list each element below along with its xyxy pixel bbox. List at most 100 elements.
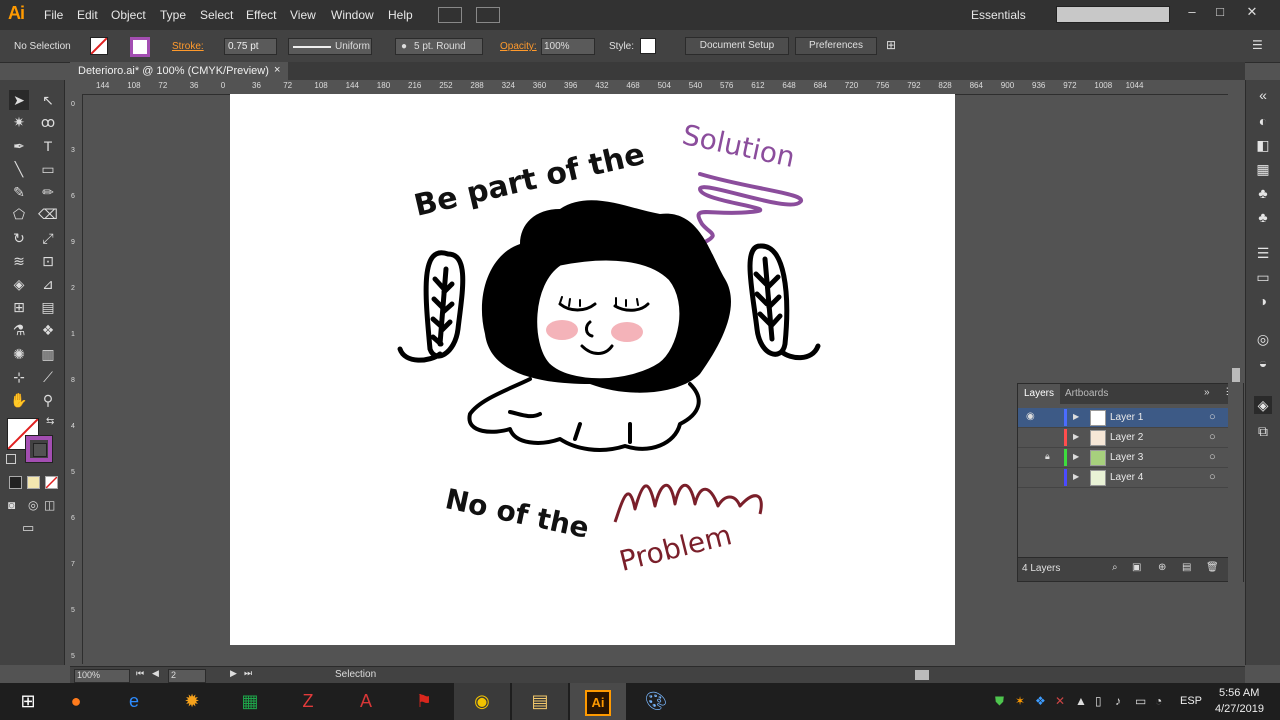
paintbrush-tool-icon[interactable]: ✎ [9, 182, 29, 202]
tray-battery-icon[interactable]: ▯ [1095, 694, 1102, 708]
first-artboard-icon[interactable]: ⏮ [136, 668, 144, 679]
warp-tool-icon[interactable]: ≋ [9, 251, 29, 271]
selection-tool-icon[interactable]: ➤ [9, 90, 29, 110]
lock-icon[interactable]: 🔒︎ [1045, 451, 1050, 462]
draw-normal-icon[interactable]: ◙ [8, 498, 15, 512]
minimize-button[interactable]: – [1180, 4, 1204, 22]
tray-network-icon[interactable]: ▲ [1075, 694, 1087, 708]
appearance-panel-icon[interactable]: ◎ [1254, 330, 1272, 348]
tray-app-icon[interactable]: ✶ [1015, 694, 1025, 708]
perspective-grid-tool-icon[interactable]: ⊿ [38, 274, 58, 294]
free-transform-tool-icon[interactable]: ⊡ [38, 251, 58, 271]
menu-effect[interactable]: Effect [246, 8, 276, 22]
stroke-color-box[interactable] [25, 435, 53, 463]
tray-shield-icon[interactable]: ⛊ [995, 694, 1004, 709]
zoom-tool-icon[interactable]: ⚲ [38, 390, 58, 410]
artboard[interactable]: Be part of the Solution No of the Proble… [230, 94, 955, 645]
vertical-scrollbar[interactable] [1228, 80, 1243, 665]
file-explorer-icon[interactable]: ▤ [512, 683, 568, 720]
internet-explorer-icon[interactable]: e [106, 683, 162, 720]
eraser-tool-icon[interactable]: ⌫ [38, 204, 58, 224]
stroke-weight-field[interactable]: 0.75 pt [224, 38, 277, 55]
tray-action-center-icon[interactable]: ▭ [1135, 694, 1146, 708]
panel-menu-icon[interactable]: ☰ [1252, 38, 1263, 52]
graphic-style-swatch[interactable] [640, 38, 656, 54]
variable-width-profile[interactable]: Uniform [288, 38, 372, 55]
menu-type[interactable]: Type [160, 8, 186, 22]
screen-mode-icon[interactable]: ▭ [22, 520, 34, 536]
type-tool-icon[interactable]: T [38, 136, 58, 156]
artboard-number-field[interactable]: 2 [168, 669, 206, 683]
firefox-icon[interactable]: ● [48, 683, 104, 720]
artboard-tool-icon[interactable]: ⊹ [9, 367, 29, 387]
direct-selection-tool-icon[interactable]: ↖ [38, 90, 58, 110]
zoom-field[interactable]: 100% [74, 669, 130, 683]
expand-layer-icon[interactable]: ▶ [1073, 412, 1079, 421]
opacity-label[interactable]: Opacity: [500, 41, 537, 52]
none-mode-icon[interactable] [45, 476, 58, 489]
vertical-ruler[interactable]: 0 3 6 9 2 1 8 4 5 6 7 5 5 [68, 94, 83, 664]
symbol-sprayer-tool-icon[interactable]: ✺ [9, 344, 29, 364]
mesh-tool-icon[interactable]: ⊞ [9, 297, 29, 317]
menu-edit[interactable]: Edit [77, 8, 98, 22]
shape-builder-tool-icon[interactable]: ◈ [9, 274, 29, 294]
layer-name[interactable]: Layer 4 [1110, 472, 1143, 483]
pencil-tool-icon[interactable]: ✏ [38, 182, 58, 202]
tab-artboards[interactable]: Artboards [1065, 388, 1108, 399]
layer-row-3[interactable]: 🔒︎ ▶ Layer 3 ○ [1018, 448, 1243, 468]
stroke-swatch[interactable] [130, 37, 150, 57]
layers-panel-icon[interactable]: ◈ [1254, 396, 1272, 414]
tray-volume-icon[interactable]: ♪ [1115, 694, 1121, 708]
color-guide-icon[interactable]: ◧ [1254, 136, 1272, 154]
preferences-button[interactable]: Preferences [795, 37, 877, 55]
arrange-documents-icon[interactable] [476, 7, 500, 23]
illustrator-taskbar-icon[interactable]: Ai [570, 683, 626, 720]
horizontal-ruler[interactable]: 144 108 72 36 0 36 72 108 144 180 216 252 288 324 360 3… [88, 80, 1228, 95]
tray-dropbox-icon[interactable]: ❖ [1035, 694, 1046, 708]
layer-name[interactable]: Layer 2 [1110, 432, 1143, 443]
menu-window[interactable]: Window [331, 8, 374, 22]
document-tab[interactable]: Deterioro.ai* @ 100% (CMYK/Preview) × [70, 62, 288, 80]
tray-time[interactable]: 5:56 AM [1219, 687, 1259, 699]
close-tab-icon[interactable]: × [274, 64, 280, 76]
line-tool-icon[interactable]: ╲ [9, 159, 29, 179]
menu-file[interactable]: File [44, 8, 63, 22]
rectangle-tool-icon[interactable]: ▭ [38, 159, 58, 179]
chrome-icon[interactable]: ◉ [454, 683, 510, 720]
collapse-dock-icon[interactable]: « [1254, 86, 1272, 104]
menu-view[interactable]: View [290, 8, 316, 22]
tray-language[interactable]: ESP [1180, 695, 1202, 707]
lasso-tool-icon[interactable]: ꝏ [38, 112, 58, 132]
maximize-button[interactable]: □ [1208, 4, 1232, 22]
new-layer-icon[interactable]: ▤ [1182, 562, 1191, 573]
new-sublayer-icon[interactable]: ⊕ [1158, 562, 1166, 573]
draw-inside-icon[interactable]: ◫ [44, 498, 55, 512]
tab-layers[interactable]: Layers [1024, 388, 1054, 399]
gradient-mode-icon[interactable] [27, 476, 40, 489]
menu-object[interactable]: Object [111, 8, 146, 22]
menu-help[interactable]: Help [388, 8, 413, 22]
layer-row-4[interactable]: ▶ Layer 4 ○ [1018, 468, 1243, 488]
clipping-mask-icon[interactable]: ▣ [1132, 562, 1141, 573]
swatches-panel-icon[interactable]: ▦ [1254, 160, 1272, 178]
expand-layer-icon[interactable]: ▶ [1073, 472, 1079, 481]
tray-wifi-icon[interactable]: ◔ [1155, 694, 1162, 708]
menu-select[interactable]: Select [200, 8, 233, 22]
transparency-panel-icon[interactable]: ◑ [1254, 292, 1272, 310]
document-setup-button[interactable]: Document Setup [685, 37, 789, 55]
delete-layer-icon[interactable]: 🗑︎ [1206, 562, 1219, 573]
swap-fill-stroke-icon[interactable]: ⇆ [46, 416, 54, 427]
symbols-panel-icon[interactable]: ♣ [1254, 208, 1272, 226]
acrobat-icon[interactable]: ⚑ [396, 683, 452, 720]
pen-tool-icon[interactable]: ✒ [9, 136, 29, 156]
stroke-label[interactable]: Stroke: [172, 41, 204, 52]
layer-name[interactable]: Layer 3 [1110, 452, 1143, 463]
opacity-field[interactable]: 100% [541, 38, 595, 55]
expand-layer-icon[interactable]: ▶ [1073, 452, 1079, 461]
shaper-tool-icon[interactable]: ⬠ [9, 204, 29, 224]
graphic-styles-icon[interactable]: ◒ [1254, 354, 1272, 372]
next-artboard-icon[interactable]: ▶ [230, 668, 237, 679]
target-circle-icon[interactable]: ○ [1209, 451, 1216, 463]
default-colors-icon[interactable] [6, 454, 16, 464]
layer-name[interactable]: Layer 1 [1110, 412, 1143, 423]
